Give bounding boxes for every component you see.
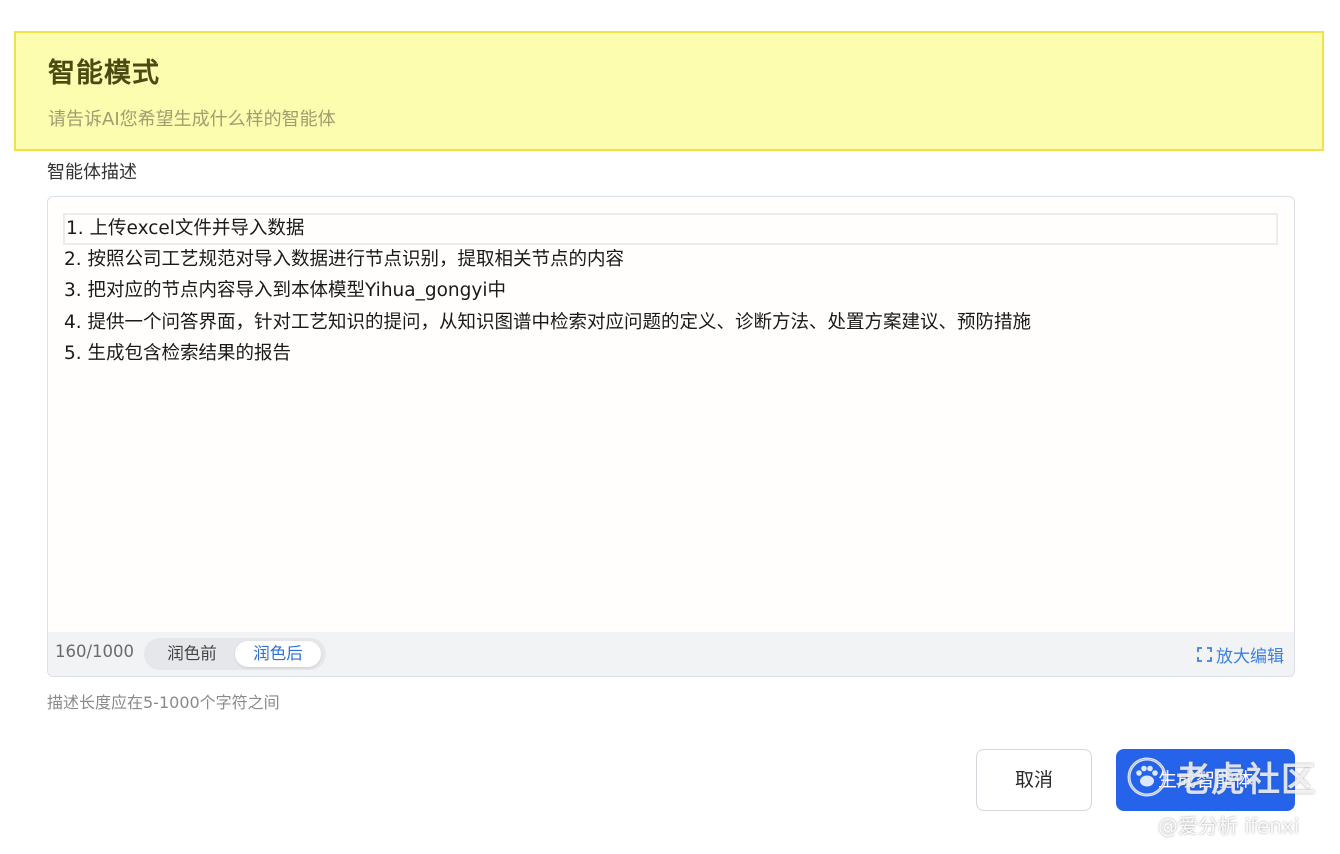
generate-agent-button[interactable]: 生成智能体 [1116,749,1295,811]
page-subtitle: 请告诉AI您希望生成什么样的智能体 [48,109,336,130]
editor-toolbar: 160/1000 润色前 润色后 放大编辑 [48,632,1294,676]
description-line[interactable]: 2. 按照公司工艺规范对导入数据进行节点识别，提取相关节点的内容 [63,245,1278,277]
polish-after-tab[interactable]: 润色后 [235,641,321,667]
expand-corners-icon [1197,647,1212,662]
watermark-subtitle: @爱分析 ifenxi [1158,814,1300,838]
length-hint: 描述长度应在5-1000个字符之间 [47,693,280,712]
description-textarea[interactable]: 1. 上传excel文件并导入数据 2. 按照公司工艺规范对导入数据进行节点识别… [47,196,1295,677]
description-line[interactable]: 4. 提供一个问答界面，针对工艺知识的提问，从知识图谱中检索对应问题的定义、诊断… [63,308,1278,340]
expand-edit-label: 放大编辑 [1216,647,1284,667]
cancel-button[interactable]: 取消 [976,749,1092,811]
character-counter: 160/1000 [55,642,135,661]
description-label: 智能体描述 [47,162,137,183]
polish-toggle[interactable]: 润色前 润色后 [144,638,326,670]
description-text[interactable]: 1. 上传excel文件并导入数据 2. 按照公司工艺规范对导入数据进行节点识别… [63,213,1278,371]
page-title: 智能模式 [48,58,160,89]
description-line[interactable]: 5. 生成包含检索结果的报告 [63,339,1278,371]
header-banner: 智能模式 请告诉AI您希望生成什么样的智能体 [14,31,1324,151]
polish-before-tab[interactable]: 润色前 [150,641,234,667]
expand-edit-button[interactable]: 放大编辑 [1197,642,1284,667]
description-line[interactable]: 1. 上传excel文件并导入数据 [63,213,1278,245]
description-line[interactable]: 3. 把对应的节点内容导入到本体模型Yihua_gongyi中 [63,276,1278,308]
